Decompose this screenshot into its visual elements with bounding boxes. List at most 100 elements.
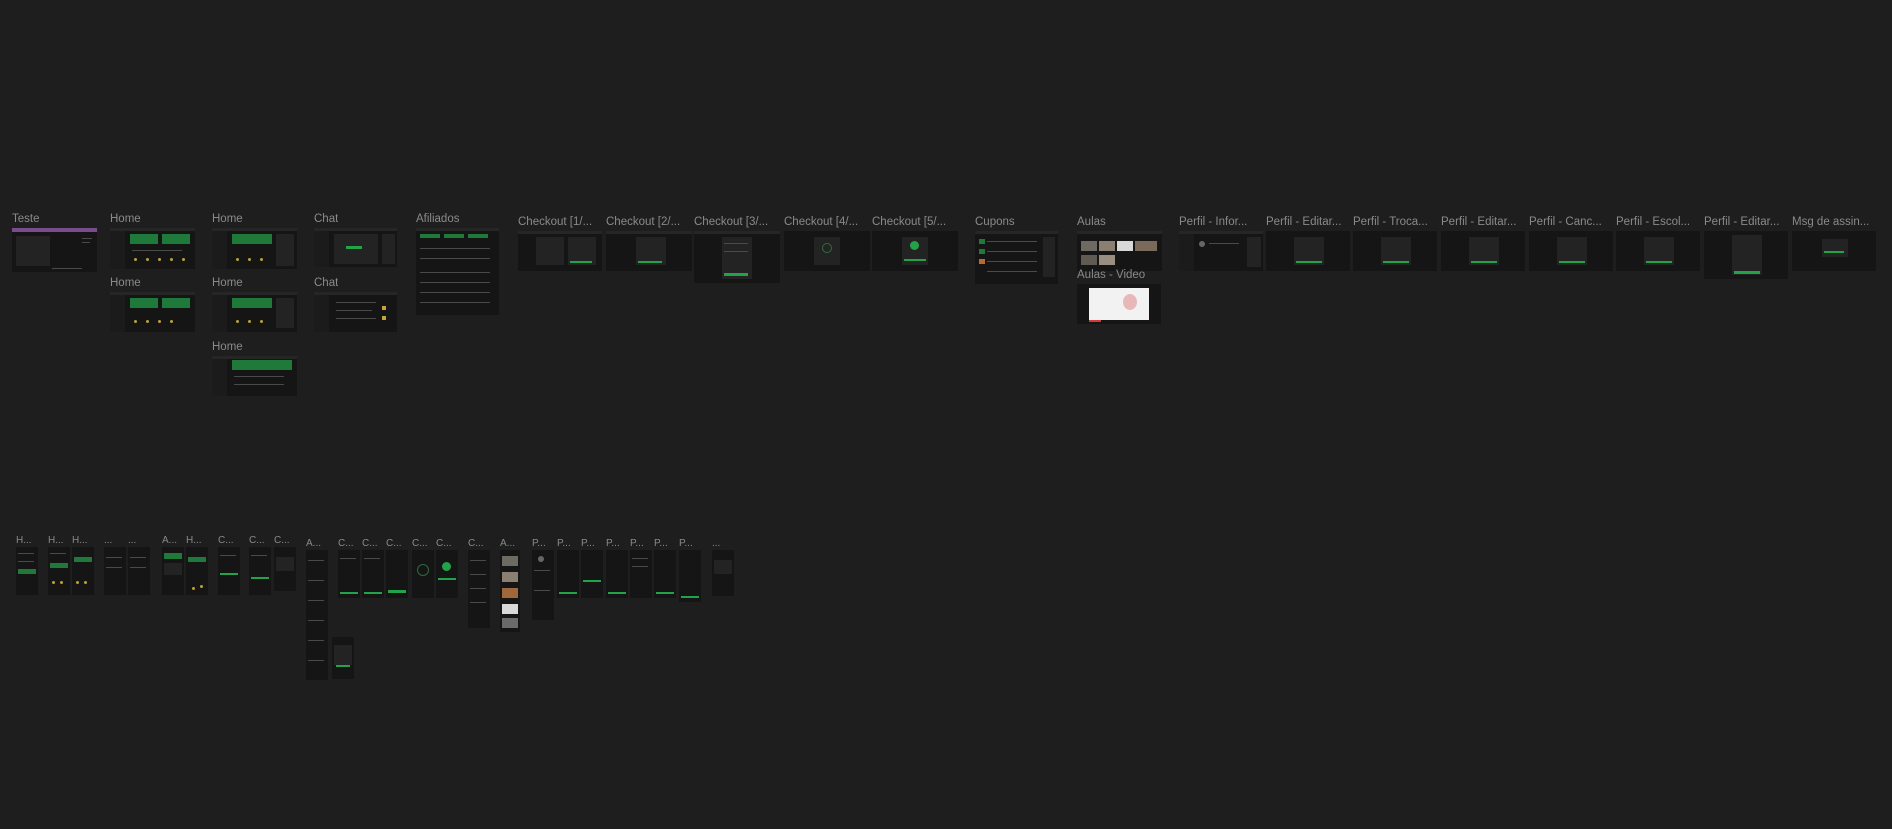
frame-label: C... [436,538,452,549]
frame-label: Checkout [2/... [606,216,681,228]
mobile-frame-12[interactable]: C... [338,538,360,598]
frame-thumbnail [218,547,240,595]
frame-label: H... [16,535,32,546]
mobile-frame-20[interactable]: P... [557,538,579,598]
mobile-frame-18[interactable]: A... [500,538,520,632]
mobile-frame-7[interactable]: H... [186,535,208,595]
frame-label: P... [532,538,546,549]
mobile-frame-4[interactable]: ... [104,535,126,595]
mobile-frame-1[interactable]: H... [16,535,38,595]
mobile-frame-3[interactable]: H... [72,535,94,595]
frame-home-3[interactable]: Home [110,277,195,332]
frame-label: Msg de assin... [1792,216,1870,228]
frame-cupons[interactable]: Cupons [975,216,1058,284]
frame-aulas[interactable]: Aulas [1077,216,1162,271]
frame-home-4[interactable]: Home [212,277,297,332]
frame-thumbnail [436,550,458,598]
frame-perfil-informacoes[interactable]: Perfil - Infor... [1179,216,1263,271]
mobile-frame-21[interactable]: P... [581,538,603,598]
frame-label: A... [306,538,322,549]
frame-home-2[interactable]: Home [212,213,297,269]
frame-thumbnail [654,550,676,598]
mobile-frame-14[interactable]: C... [386,538,408,598]
frame-label: Checkout [1/... [518,216,593,228]
mobile-frame-19[interactable]: P... [532,538,554,620]
mobile-frame-24[interactable]: P... [654,538,676,598]
frame-thumbnail [712,550,734,596]
frame-msg-assinatura[interactable]: Msg de assin... [1792,216,1876,271]
design-canvas[interactable]: Teste Home Home Chat Afiliados Checkout … [0,0,1892,829]
frame-label: Cupons [975,216,1015,228]
frame-thumbnail [362,550,384,598]
frame-perfil-editar-1[interactable]: Perfil - Editar... [1266,216,1350,271]
frame-thumbnail [581,550,603,598]
frame-label: ... [128,535,137,546]
frame-thumbnail [872,231,958,271]
frame-label: C... [218,535,234,546]
mobile-frame-25[interactable]: P... [679,538,701,602]
frame-label: Chat [314,277,339,289]
frame-thumbnail [606,231,692,271]
frame-label: C... [274,535,290,546]
frame-thumbnail [104,547,126,595]
frame-thumbnail [606,550,628,598]
mobile-frame-11b[interactable] [332,637,354,679]
frame-thumbnail [1266,231,1350,271]
frame-thumbnail [12,228,97,272]
frame-perfil-cancelar[interactable]: Perfil - Canc... [1529,216,1613,271]
mobile-frame-6[interactable]: A... [162,535,184,595]
frame-thumbnail [1353,231,1437,271]
mobile-frame-13[interactable]: C... [362,538,384,598]
frame-thumbnail [1077,231,1162,271]
frame-label: C... [468,538,484,549]
frame-home-1[interactable]: Home [110,213,195,269]
frame-thumbnail [1616,231,1700,271]
frame-teste[interactable]: Teste [12,213,97,272]
frame-checkout-4[interactable]: Checkout [4/... [784,216,870,271]
frame-chat-2[interactable]: Chat [314,277,397,332]
mobile-frame-10[interactable]: C... [274,535,296,591]
mobile-frame-5[interactable]: ... [128,535,150,595]
frame-label: Perfil - Canc... [1529,216,1602,228]
frame-thumbnail [1179,231,1263,271]
frame-chat-1[interactable]: Chat [314,213,397,267]
frame-thumbnail [694,231,780,283]
frame-label: P... [581,538,595,549]
mobile-frame-2[interactable]: H... [48,535,70,595]
mobile-frame-16[interactable]: C... [436,538,458,598]
frame-thumbnail [784,231,870,271]
mobile-frame-8[interactable]: C... [218,535,240,595]
frame-thumbnail [314,292,397,332]
frame-aulas-video[interactable]: Aulas - Video [1077,269,1161,324]
mobile-frame-17[interactable]: C... [468,538,490,628]
frame-thumbnail [110,228,195,269]
frame-checkout-2[interactable]: Checkout [2/... [606,216,692,271]
mobile-frame-9[interactable]: C... [249,535,271,595]
frame-thumbnail [48,547,70,595]
mobile-frame-26[interactable]: ... [712,538,734,596]
mobile-frame-11[interactable]: A... [306,538,328,680]
frame-label: ... [104,535,113,546]
frame-label: Home [110,213,141,225]
frame-perfil-editar-3[interactable]: Perfil - Editar... [1704,216,1788,279]
frame-checkout-3[interactable]: Checkout [3/... [694,216,780,283]
frame-home-5[interactable]: Home [212,341,297,396]
frame-label: C... [362,538,378,549]
frame-checkout-5[interactable]: Checkout [5/... [872,216,958,271]
frame-thumbnail [212,292,297,332]
frame-perfil-troca[interactable]: Perfil - Troca... [1353,216,1437,271]
frame-afiliados[interactable]: Afiliados [416,213,499,315]
frame-checkout-1[interactable]: Checkout [1/... [518,216,602,271]
frame-label: C... [338,538,354,549]
frame-perfil-escolher[interactable]: Perfil - Escol... [1616,216,1700,271]
frame-thumbnail [630,550,652,598]
mobile-frame-15[interactable]: C... [412,538,434,598]
frame-label: Home [110,277,141,289]
frame-label: Aulas - Video [1077,269,1146,281]
frame-thumbnail [338,550,360,598]
frame-perfil-editar-2[interactable]: Perfil - Editar... [1441,216,1525,271]
mobile-frame-23[interactable]: P... [630,538,652,598]
frame-label: H... [48,535,64,546]
mobile-frame-22[interactable]: P... [606,538,628,598]
frame-label: ... [712,538,721,549]
